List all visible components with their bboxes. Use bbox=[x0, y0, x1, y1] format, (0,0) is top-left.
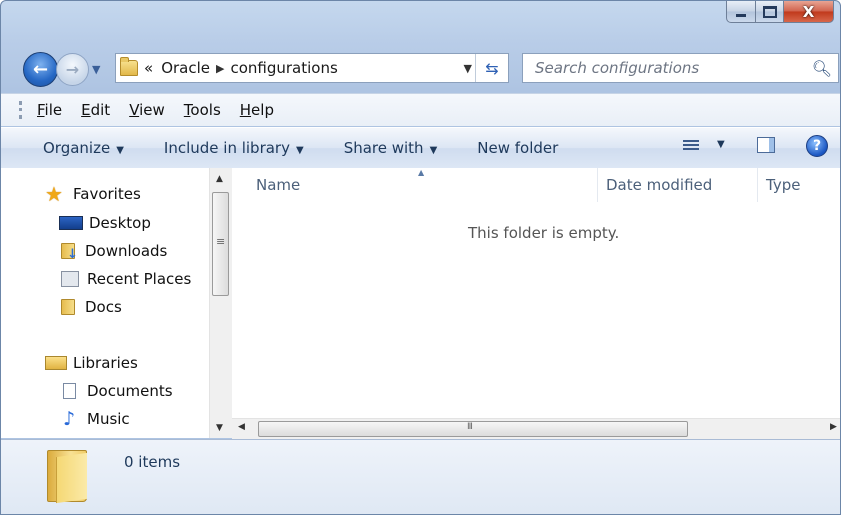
preview-pane-icon[interactable] bbox=[757, 137, 775, 153]
close-icon: X bbox=[802, 2, 815, 21]
share-with-button[interactable]: Share with ▼ bbox=[344, 139, 438, 157]
scroll-up-icon[interactable]: ▲ bbox=[216, 174, 223, 184]
documents-icon bbox=[63, 383, 76, 399]
folder-icon bbox=[61, 299, 75, 315]
nav-item-music[interactable]: ♪ Music bbox=[63, 408, 130, 430]
refresh-button[interactable]: ⇆ bbox=[475, 54, 508, 82]
explorer-window: X ← → ▼ « Oracle ▶ configurations ▼ ⇆ 🔍︎… bbox=[0, 0, 841, 515]
close-button[interactable]: X bbox=[784, 1, 834, 23]
search-box[interactable]: 🔍︎ bbox=[522, 53, 839, 83]
scrollbar-thumb[interactable] bbox=[212, 192, 229, 296]
scroll-right-icon[interactable]: ▶ bbox=[830, 422, 837, 432]
search-icon[interactable]: 🔍︎ bbox=[812, 59, 832, 78]
details-pane: 0 items bbox=[1, 439, 840, 514]
chevron-down-icon: ▼ bbox=[429, 145, 438, 156]
menu-view[interactable]: View bbox=[129, 101, 165, 119]
view-options-dropdown-icon[interactable]: ▼ bbox=[717, 139, 725, 150]
scroll-left-icon[interactable]: ◀ bbox=[238, 422, 245, 432]
libraries-icon bbox=[45, 356, 67, 370]
breadcrumb-configurations[interactable]: configurations bbox=[230, 59, 337, 77]
menu-bar: File Edit View Tools Help bbox=[1, 93, 840, 126]
nav-pane-scrollbar[interactable]: ▲ ▼ bbox=[209, 168, 232, 438]
back-button[interactable]: ← bbox=[23, 51, 58, 87]
chevron-down-icon: ▼ bbox=[295, 145, 304, 156]
caption-buttons: X bbox=[726, 1, 834, 23]
refresh-icon: ⇆ bbox=[485, 58, 499, 78]
menu-edit[interactable]: Edit bbox=[81, 101, 110, 119]
chevron-down-icon: ▼ bbox=[116, 145, 124, 156]
recent-places-icon bbox=[61, 271, 79, 287]
organize-button[interactable]: Organize ▼ bbox=[43, 139, 124, 157]
empty-folder-message: This folder is empty. bbox=[468, 224, 620, 242]
new-folder-button[interactable]: New folder bbox=[477, 139, 558, 157]
nav-item-documents[interactable]: Documents bbox=[63, 382, 173, 400]
nav-favorites[interactable]: ★ Favorites bbox=[45, 182, 141, 206]
breadcrumb-oracle[interactable]: Oracle bbox=[161, 59, 210, 77]
back-arrow-icon: ← bbox=[32, 58, 49, 80]
command-bar: Organize ▼ Include in library ▼ Share with… bbox=[1, 127, 840, 169]
address-bar[interactable]: « Oracle ▶ configurations ▼ ⇆ bbox=[115, 53, 509, 83]
folder-icon bbox=[120, 57, 138, 76]
address-overflow[interactable]: « bbox=[144, 59, 153, 77]
column-header-name[interactable]: Name bbox=[232, 168, 598, 202]
search-input[interactable] bbox=[533, 58, 807, 78]
recent-pages-dropdown[interactable]: ▼ bbox=[92, 63, 100, 76]
column-header-date-modified[interactable]: Date modified bbox=[598, 168, 758, 202]
menu-tools[interactable]: Tools bbox=[184, 101, 221, 119]
file-list: ▲ Name Date modified Type This folder is… bbox=[232, 168, 840, 418]
maximize-icon bbox=[762, 5, 777, 18]
music-icon: ♪ bbox=[63, 408, 76, 430]
file-list-horizontal-scrollbar[interactable]: ◀ ▶ bbox=[232, 418, 840, 439]
item-count: 0 items bbox=[124, 453, 181, 471]
change-view-icon[interactable] bbox=[683, 140, 699, 152]
forward-button[interactable]: → bbox=[56, 52, 89, 86]
menu-grip bbox=[19, 101, 25, 119]
column-header-type[interactable]: Type bbox=[758, 168, 840, 202]
nav-item-desktop[interactable]: Desktop bbox=[59, 214, 151, 232]
nav-libraries[interactable]: Libraries bbox=[45, 354, 138, 372]
scroll-down-icon[interactable]: ▼ bbox=[216, 423, 223, 433]
horizontal-scrollbar-thumb[interactable] bbox=[258, 421, 688, 437]
forward-arrow-icon: → bbox=[65, 59, 80, 79]
help-icon[interactable]: ? bbox=[806, 135, 828, 157]
minimize-button[interactable] bbox=[726, 1, 756, 23]
downloads-folder-icon bbox=[61, 243, 78, 262]
menu-help[interactable]: Help bbox=[240, 101, 274, 119]
navigation-buttons: ← → ▼ bbox=[23, 51, 100, 87]
navigation-pane: ★Favorites Desktop Downloads Recent Plac… bbox=[1, 168, 209, 438]
include-in-library-button[interactable]: Include in library ▼ bbox=[164, 139, 304, 157]
desktop-icon bbox=[59, 216, 83, 230]
menu-file[interactable]: File bbox=[37, 101, 62, 119]
nav-item-docs[interactable]: Docs bbox=[61, 298, 122, 316]
maximize-button[interactable] bbox=[756, 1, 784, 23]
folder-icon bbox=[47, 450, 87, 502]
star-icon: ★ bbox=[45, 182, 63, 206]
address-dropdown-icon[interactable]: ▼ bbox=[464, 62, 472, 75]
nav-item-downloads[interactable]: Downloads bbox=[61, 242, 167, 262]
nav-item-recent-places[interactable]: Recent Places bbox=[61, 270, 191, 288]
minimize-icon bbox=[736, 13, 746, 17]
breadcrumb-separator-icon[interactable]: ▶ bbox=[216, 62, 224, 75]
